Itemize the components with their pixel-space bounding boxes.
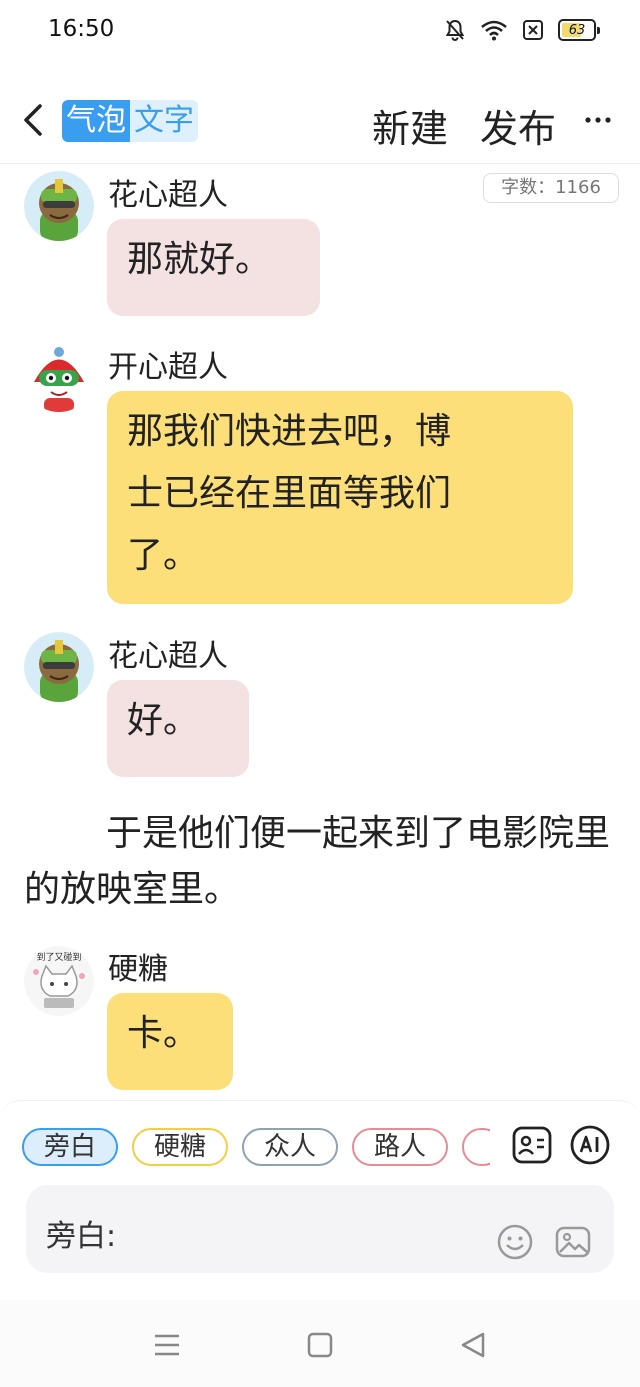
role-selector: 旁白 硬糖 众人 路人 [22, 1128, 490, 1166]
message-bubble[interactable]: 那我们快进去吧，博 士已经在里面等我们 了。 [107, 391, 573, 604]
avatar-huaxin[interactable] [24, 632, 94, 702]
input-role-label: 旁白: [46, 1219, 117, 1254]
message-input[interactable]: 旁白: [26, 1185, 614, 1273]
new-button[interactable]: 新建 [372, 98, 448, 153]
logo-part-2: 文字 [130, 100, 198, 142]
battery-icon: 63 [558, 19, 600, 41]
battery-level: 63 [568, 22, 586, 38]
word-count-badge: 字数：1166 [483, 173, 619, 203]
role-chip-crowd[interactable]: 众人 [242, 1128, 339, 1166]
logo-part-1: 气泡 [62, 100, 130, 142]
status-icons: 63 [444, 18, 600, 42]
message-line: 士已经在里面等我们 [127, 473, 452, 514]
sender-name: 开心超人 [108, 350, 228, 385]
image-icon[interactable] [554, 1223, 592, 1261]
role-chip-partial[interactable] [462, 1128, 490, 1166]
message-bubble[interactable]: 那就好。 [107, 219, 320, 316]
message-bubble[interactable]: 好。 [107, 680, 249, 777]
back-button[interactable] [16, 100, 52, 140]
sender-name: 硬糖 [108, 952, 168, 987]
bell-muted-icon [445, 19, 465, 41]
system-nav-bar [0, 1300, 640, 1387]
role-chip-yingtang[interactable]: 硬糖 [132, 1128, 229, 1166]
recent-apps-icon[interactable] [152, 1330, 182, 1360]
avatar-kaixin[interactable] [24, 342, 94, 412]
message-line: 了。 [127, 535, 200, 576]
avatar-caption: 到了又碰到 [36, 951, 81, 963]
publish-button[interactable]: 发布 [480, 98, 556, 153]
app-logo: 气泡 文字 [62, 100, 198, 142]
sender-name: 花心超人 [108, 639, 228, 674]
character-card-icon[interactable] [510, 1123, 554, 1167]
narration-text[interactable]: 于是他们便一起来到了电影院里的放映室里。 [24, 806, 614, 918]
message-line: 那我们快进去吧，博 [127, 411, 452, 452]
emoji-icon[interactable] [496, 1223, 534, 1261]
status-time: 16:50 [48, 16, 115, 42]
avatar-yingtang[interactable]: 到了又碰到 [24, 946, 94, 1016]
home-icon[interactable] [305, 1330, 335, 1360]
message-bubble[interactable]: 卡。 [107, 993, 233, 1090]
sim-x-icon [523, 20, 543, 40]
ai-icon[interactable] [568, 1123, 612, 1167]
role-chip-passerby[interactable]: 路人 [352, 1128, 449, 1166]
composer-panel: 旁白 硬糖 众人 路人 旁白: [0, 1100, 640, 1300]
role-chip-narrator[interactable]: 旁白 [22, 1128, 119, 1166]
status-bar: 16:50 63 [0, 0, 640, 64]
more-icon[interactable] [584, 106, 612, 134]
app-header: 气泡 文字 新建 发布 [0, 64, 640, 164]
wifi-icon [481, 20, 507, 41]
back-triangle-icon[interactable] [458, 1330, 488, 1360]
avatar-huaxin[interactable] [24, 171, 94, 241]
sender-name: 花心超人 [108, 178, 228, 213]
